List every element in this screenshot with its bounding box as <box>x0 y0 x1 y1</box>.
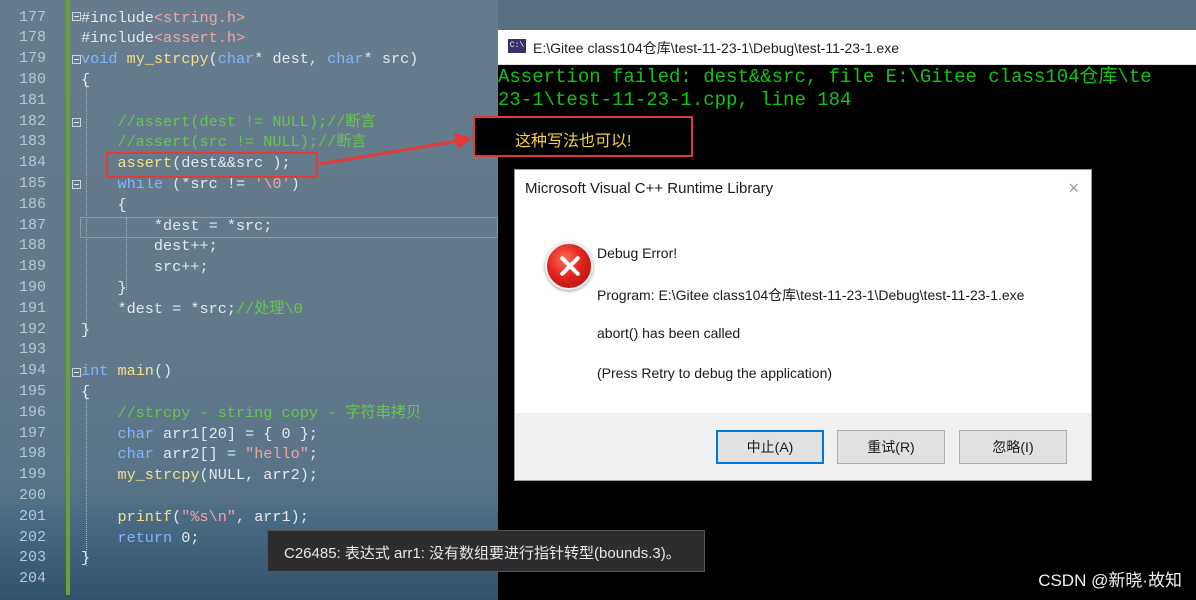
dialog-program-path: Program: E:\Gitee class104仓库\test-11-23-… <box>597 287 1025 303</box>
abort-button[interactable]: 中止(A) <box>716 430 824 464</box>
dialog-button-bar: 中止(A) 重试(R) 忽略(I) <box>515 413 1091 480</box>
annotation-text: 这种写法也可以! <box>515 133 632 150</box>
close-icon[interactable]: × <box>1068 178 1079 199</box>
ignore-button[interactable]: 忽略(I) <box>959 430 1067 464</box>
code-analysis-tooltip: C26485: 表达式 arr1: 没有数组要进行指针转型(bounds.3)。 <box>267 530 705 572</box>
dialog-title: Microsoft Visual C++ Runtime Library <box>525 180 774 197</box>
tooltip-text: C26485: 表达式 arr1: 没有数组要进行指针转型(bounds.3)。 <box>284 545 681 562</box>
dialog-hint: (Press Retry to debug the application) <box>597 365 833 381</box>
watermark: CSDN @新晓·故知 <box>1038 571 1182 590</box>
annotation-box: 这种写法也可以! <box>473 116 693 157</box>
dialog-abort-message: abort() has been called <box>597 325 741 341</box>
error-icon <box>545 242 593 290</box>
runtime-error-dialog[interactable]: Microsoft Visual C++ Runtime Library × D… <box>514 169 1092 481</box>
dialog-heading: Debug Error! <box>597 245 678 261</box>
retry-button[interactable]: 重试(R) <box>837 430 945 464</box>
